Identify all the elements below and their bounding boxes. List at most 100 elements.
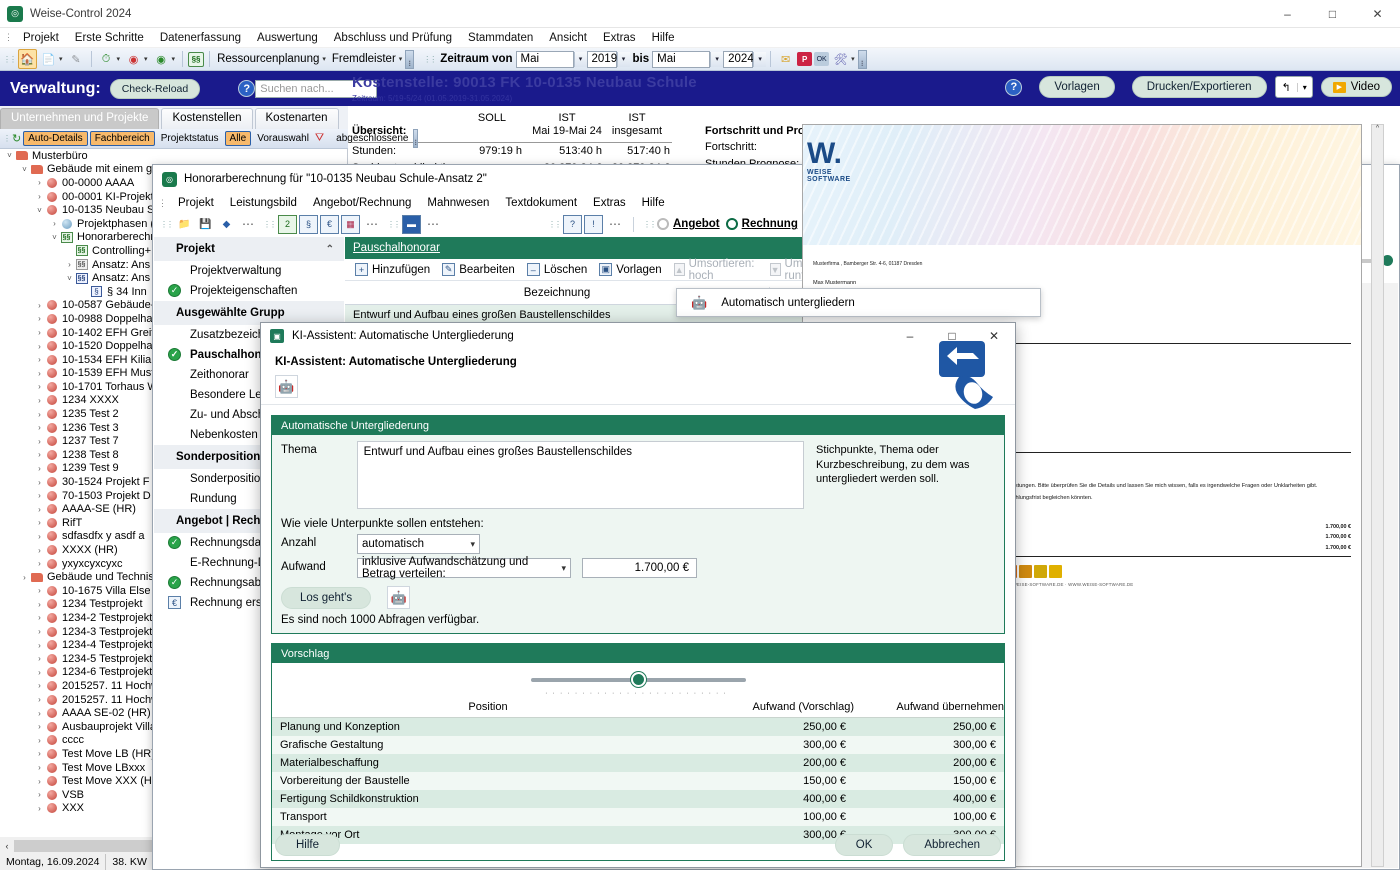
chevron-right-icon[interactable]: › bbox=[34, 736, 45, 745]
tools-icon[interactable]: 🛠 bbox=[831, 50, 850, 69]
filter-funnel-icon[interactable]: ⛛ bbox=[315, 129, 324, 148]
undo-caret-icon[interactable]: ▾ bbox=[1297, 83, 1312, 92]
edit-icon[interactable]: ✎ bbox=[67, 50, 86, 69]
honorar-tool-grip-3[interactable]: ⋮⋮ bbox=[384, 220, 401, 229]
mail-icon[interactable]: ✉ bbox=[776, 50, 795, 69]
month-to-field[interactable]: Mai bbox=[652, 51, 710, 68]
honorar-menu-extras[interactable]: Extras bbox=[585, 195, 634, 211]
menu-item-automatisch-untergliedern[interactable]: Automatisch untergliedern bbox=[721, 297, 855, 309]
filter-abgeschlossene[interactable]: abgeschlossene bbox=[332, 132, 412, 145]
month-to-dropdown-icon[interactable]: ▾ bbox=[710, 52, 723, 67]
ressourcenplanung-caret-icon[interactable]: ▾ bbox=[322, 55, 326, 63]
filter-vorauswahl[interactable]: Vorauswahl bbox=[253, 132, 313, 145]
timer-refresh-caret-icon[interactable]: ▾ bbox=[172, 55, 176, 63]
radio-rechnung[interactable] bbox=[726, 218, 738, 230]
filterbar-grip[interactable]: ⋮ bbox=[0, 134, 11, 143]
honorar-menu-leistungsbild[interactable]: Leistungsbild bbox=[222, 195, 305, 211]
chevron-right-icon[interactable]: › bbox=[34, 790, 45, 799]
menu-abschluss-pruefung[interactable]: Abschluss und Prüfung bbox=[326, 30, 460, 46]
chevron-right-icon[interactable]: › bbox=[64, 260, 75, 269]
chevron-right-icon[interactable]: › bbox=[34, 722, 45, 731]
calculator-icon[interactable]: ▦ bbox=[341, 215, 360, 234]
chevron-right-icon[interactable]: › bbox=[34, 546, 45, 555]
aufwand-caret-icon[interactable]: ▾ bbox=[553, 563, 566, 574]
vorlagen-button[interactable]: Vorlagen bbox=[1039, 76, 1114, 98]
toolbar-overflow-1[interactable]: ⁝ bbox=[405, 50, 414, 69]
chevron-right-icon[interactable]: › bbox=[49, 219, 60, 228]
aufwand-amount-input[interactable]: 1.700,00 € bbox=[582, 558, 697, 578]
chevron-right-icon[interactable]: › bbox=[34, 586, 45, 595]
monitor-icon[interactable]: ▬ bbox=[402, 215, 421, 234]
year-from-field[interactable]: 2019 bbox=[587, 51, 617, 68]
page2-icon[interactable]: 2 bbox=[278, 215, 297, 234]
year-to-dropdown-icon[interactable]: ▾ bbox=[753, 52, 766, 67]
chevron-right-icon[interactable]: › bbox=[19, 573, 30, 582]
honorar-menu-projekt[interactable]: Projekt bbox=[170, 195, 222, 211]
cmd-vorlagen[interactable]: ▣ Vorlagen bbox=[593, 263, 667, 276]
cmd-bearbeiten[interactable]: ✎ Bearbeiten bbox=[436, 263, 521, 276]
open-folder-icon[interactable]: 📁 bbox=[175, 215, 194, 234]
label-rechnung[interactable]: Rechnung bbox=[742, 218, 798, 230]
honorar-tool-more-3[interactable]: ⋯ bbox=[422, 217, 445, 231]
timer-icon[interactable]: ⏱ bbox=[97, 50, 116, 69]
chevron-down-icon[interactable]: ˅ bbox=[4, 151, 15, 160]
document-scrollbar[interactable]: ^ bbox=[1371, 124, 1384, 867]
chevron-right-icon[interactable]: › bbox=[34, 681, 45, 690]
check-reload-button[interactable]: Check-Reload bbox=[110, 79, 201, 99]
save-icon[interactable]: 💾 bbox=[196, 215, 215, 234]
honorar-tool-grip-2[interactable]: ⋮⋮ bbox=[260, 220, 277, 229]
honorar-tool-more-4[interactable]: ⋯ bbox=[604, 217, 627, 231]
nav-item[interactable]: ✓Projekteigenschaften bbox=[154, 281, 344, 301]
chevron-down-icon[interactable]: ˅ bbox=[34, 206, 45, 215]
ok-button[interactable]: OK bbox=[835, 834, 894, 856]
chevron-right-icon[interactable]: › bbox=[34, 478, 45, 487]
chevron-right-icon[interactable]: › bbox=[34, 314, 45, 323]
thema-input[interactable]: Entwurf und Aufbau eines großes Baustell… bbox=[357, 441, 804, 509]
menu-extras[interactable]: Extras bbox=[595, 30, 644, 46]
refresh-icon[interactable]: ↻ bbox=[12, 129, 21, 148]
label-angebot[interactable]: Angebot bbox=[673, 218, 720, 230]
toolbar-overflow-2[interactable]: ⁝ bbox=[858, 50, 867, 69]
chevron-right-icon[interactable]: › bbox=[34, 301, 45, 310]
ki-assistent-dropdown-menu[interactable]: 🤖 Automatisch untergliedern bbox=[676, 288, 1041, 317]
toolbar-grip-2[interactable]: ⋮⋮ bbox=[420, 55, 437, 64]
honorar-tool-more-2[interactable]: ⋯ bbox=[361, 217, 384, 231]
chevron-right-icon[interactable]: › bbox=[34, 355, 45, 364]
filter-fachbereich[interactable]: Fachbereich bbox=[90, 131, 155, 146]
chevron-right-icon[interactable]: › bbox=[34, 328, 45, 337]
honorar-menu-grip[interactable]: ⋮ bbox=[155, 198, 170, 209]
honorar-tool-grip-1[interactable]: ⋮⋮ bbox=[157, 220, 174, 229]
month-from-field[interactable]: Mai bbox=[516, 51, 574, 68]
vorschlag-table-row[interactable]: Grafische Gestaltung300,00 €300,00 € bbox=[272, 736, 1004, 754]
year-to-field[interactable]: 2024 bbox=[723, 51, 753, 68]
maximize-icon[interactable]: □ bbox=[1310, 0, 1355, 28]
tab-unternehmen-und-projekte[interactable]: Unternehmen und Projekte bbox=[0, 108, 159, 129]
nav-item[interactable]: Projektverwaltung bbox=[154, 261, 344, 281]
euro-icon[interactable]: € bbox=[320, 215, 339, 234]
cmd-loeschen[interactable]: – Löschen bbox=[521, 263, 593, 276]
minimize-icon[interactable]: – bbox=[1265, 0, 1310, 28]
timer-stop-icon[interactable]: ◉ bbox=[124, 50, 143, 69]
new-document-icon[interactable]: 📄 bbox=[39, 50, 58, 69]
scroll-left-icon[interactable]: ‹ bbox=[0, 841, 14, 851]
anzahl-select[interactable]: automatisch ▾ bbox=[357, 534, 480, 554]
year-from-dropdown-icon[interactable]: ▾ bbox=[617, 52, 630, 67]
paragraph-icon[interactable]: §§ bbox=[188, 52, 204, 67]
anzahl-caret-icon[interactable]: ▾ bbox=[462, 539, 475, 550]
timer-refresh-icon[interactable]: ◉ bbox=[152, 50, 171, 69]
timer-caret-icon[interactable]: ▾ bbox=[117, 55, 121, 63]
chevron-right-icon[interactable]: › bbox=[34, 423, 45, 432]
powerpoint-icon[interactable]: P bbox=[797, 52, 812, 66]
chevron-right-icon[interactable]: › bbox=[34, 532, 45, 541]
vorschlag-table-row[interactable]: Vorbereitung der Baustelle150,00 €150,00… bbox=[272, 772, 1004, 790]
fremdleister-caret-icon[interactable]: ▾ bbox=[399, 55, 403, 63]
chevron-right-icon[interactable]: › bbox=[34, 709, 45, 718]
chevron-right-icon[interactable]: › bbox=[34, 668, 45, 677]
abbrechen-button[interactable]: Abbrechen bbox=[903, 834, 1001, 856]
tree-item[interactable]: ˅Musterbüro bbox=[0, 149, 347, 163]
chevron-right-icon[interactable]: › bbox=[34, 450, 45, 459]
toolbar-grip-1[interactable]: ⋮⋮ bbox=[0, 55, 17, 64]
vorschlag-table-row[interactable]: Planung und Konzeption250,00 €250,00 € bbox=[272, 718, 1004, 737]
honorar-help-icon[interactable]: ? bbox=[563, 215, 582, 234]
info-icon[interactable]: ! bbox=[584, 215, 603, 234]
